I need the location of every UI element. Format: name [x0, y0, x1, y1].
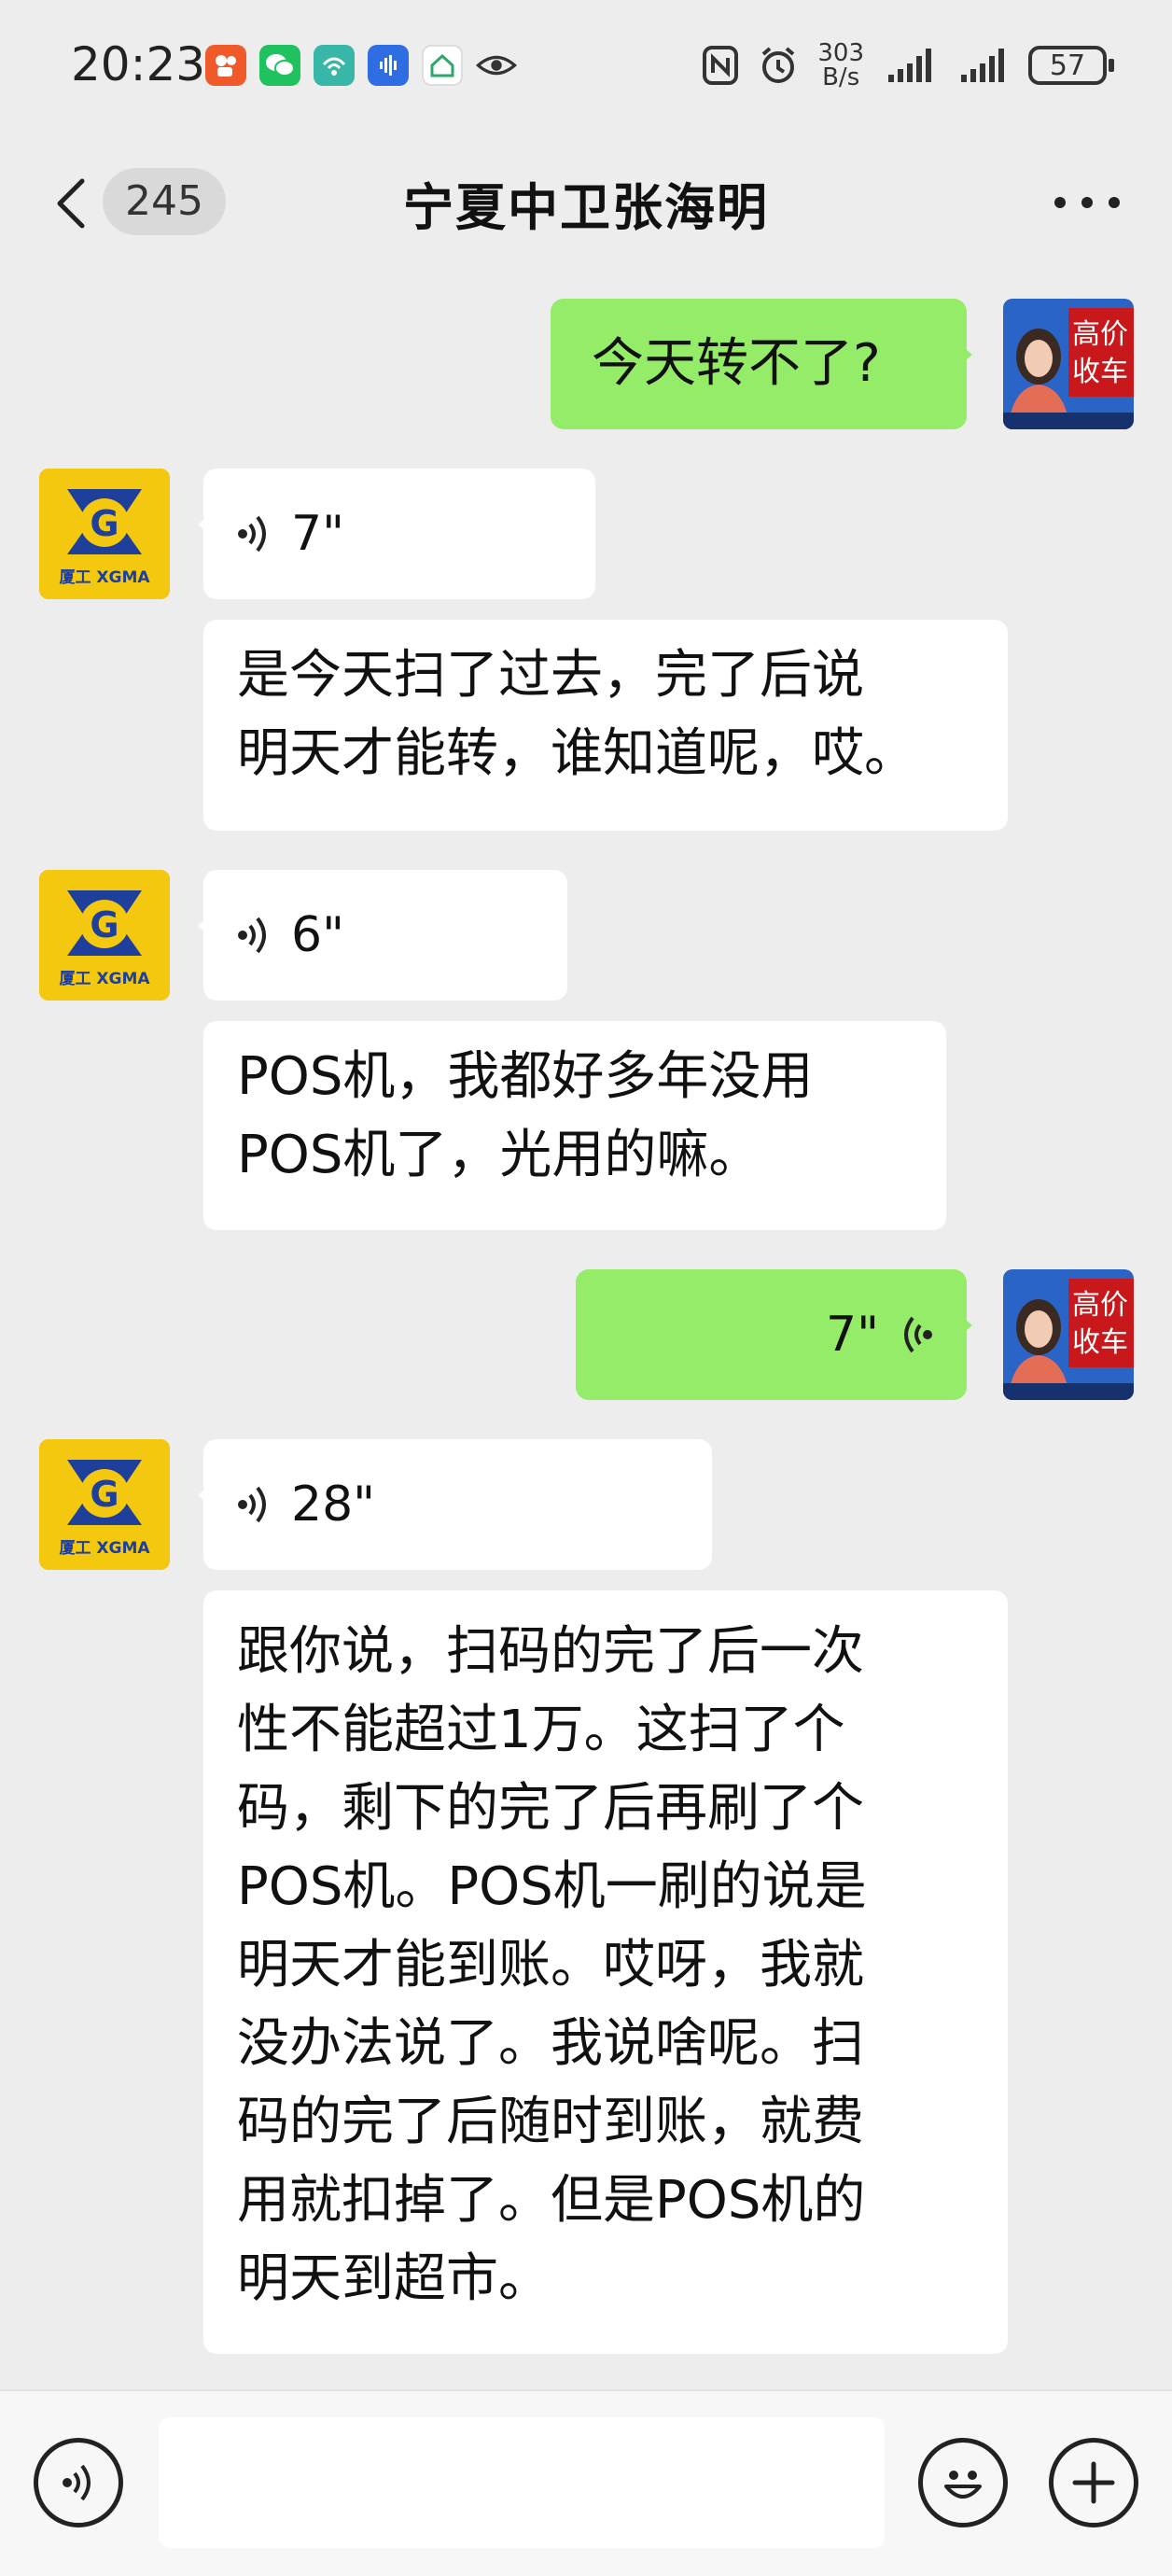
xgma-logo-icon: G 厦工 XGMA	[39, 469, 170, 599]
more-options-icon[interactable]	[1054, 179, 1120, 226]
signal-icon	[888, 49, 931, 82]
status-time: 20:23	[71, 37, 206, 91]
message-line: POS机，我都好多年没用	[237, 1046, 814, 1107]
status-bar: 20:23 303 B/s 57	[0, 0, 1172, 131]
message-line: 码，剩下的完了后再刷了个	[237, 1778, 864, 1839]
message-line: 明天才能到账。哎呀，我就	[237, 1935, 864, 1995]
self-avatar[interactable]: 高价 收车	[1003, 1269, 1134, 1400]
voice-mode-icon	[63, 2464, 91, 2501]
svg-text:高价: 高价	[1072, 318, 1128, 351]
message-line: 明天才能转，谁知道呢，哎。	[237, 723, 916, 784]
message-line: 明天到超市。	[237, 2248, 551, 2309]
plus-icon	[1072, 2461, 1115, 2504]
message-text: 今天转不了?	[592, 333, 881, 394]
svg-text:G: G	[90, 503, 119, 544]
contact-avatar[interactable]: G 厦工 XGMA	[39, 469, 170, 599]
voice-message-sent[interactable]: 7"	[576, 1269, 972, 1400]
voice-duration: 7"	[825, 1307, 879, 1363]
network-speed: 303 B/s	[817, 41, 864, 90]
battery-level: 57	[1049, 49, 1086, 82]
voice-wave-icon	[238, 515, 266, 553]
message-line: POS机了，光用的嘛。	[237, 1125, 761, 1185]
svg-text:G: G	[90, 904, 119, 945]
voice-input-button[interactable]	[34, 2438, 123, 2527]
news-anchor-avatar-image: 高价 收车	[1003, 1269, 1134, 1400]
message-bubble-received[interactable]: POS机，我都好多年没用 POS机了，光用的嘛。	[203, 1021, 946, 1230]
message-line: 没办法说了。我说啥呢。扫	[237, 2013, 864, 2074]
wifi-app-icon	[314, 45, 355, 86]
news-anchor-avatar-image: 高价 收车	[1003, 299, 1134, 429]
voice-message[interactable]: 6"	[198, 870, 567, 1001]
voice-duration: 7"	[291, 506, 345, 562]
eye-icon	[476, 45, 517, 86]
voice-duration: 6"	[291, 907, 345, 963]
voice-message[interactable]: 7"	[198, 469, 595, 599]
message-line: 是今天扫了过去，完了后说	[237, 645, 864, 706]
chat-title: 宁夏中卫张海明	[403, 178, 769, 237]
voice-duration: 28"	[291, 1477, 376, 1533]
nfc-icon	[703, 46, 739, 85]
message-line: 用就扣掉了。但是POS机的	[237, 2170, 866, 2231]
svg-text:厦工 XGMA: 厦工 XGMA	[59, 970, 150, 988]
chat-header: 245 宁夏中卫张海明	[0, 131, 1172, 271]
status-right: 303 B/s 57	[702, 41, 1114, 90]
message-line: 跟你说，扫码的完了后一次	[237, 1621, 864, 1682]
svg-text:厦工 XGMA: 厦工 XGMA	[59, 1539, 150, 1558]
voice-app-icon	[368, 45, 409, 86]
contact-avatar[interactable]: G 厦工 XGMA	[39, 1439, 170, 1570]
signal-icon-2	[961, 49, 1004, 82]
more-functions-button[interactable]	[1049, 2438, 1138, 2527]
wechat-app-icon	[259, 45, 300, 86]
voice-message[interactable]: 28"	[198, 1439, 712, 1570]
notification-icons	[205, 45, 517, 86]
message-line: 性不能超过1万。这扫了个	[237, 1700, 845, 1760]
xgma-logo-icon: G 厦工 XGMA	[39, 1439, 170, 1570]
message-line: 码的完了后随时到账，就费	[237, 2092, 864, 2152]
svg-text:收车: 收车	[1072, 1326, 1128, 1359]
message-line: POS机。POS机一刷的说是	[237, 1856, 867, 1917]
svg-text:G: G	[90, 1474, 119, 1515]
svg-text:厦工 XGMA: 厦工 XGMA	[59, 568, 150, 587]
svg-text:收车: 收车	[1072, 356, 1128, 388]
smiley-icon	[944, 2471, 982, 2499]
voice-wave-icon	[238, 917, 266, 954]
speed-value: 303	[817, 39, 864, 67]
message-bubble-sent[interactable]: 今天转不了?	[551, 299, 972, 429]
home-app-icon	[422, 45, 463, 86]
message-bubble-received[interactable]: 是今天扫了过去，完了后说 明天才能转，谁知道呢，哎。	[203, 620, 1008, 831]
voice-wave-icon	[904, 1316, 932, 1353]
chat-input-bar	[0, 2389, 1172, 2576]
kuaishou-app-icon	[205, 45, 246, 86]
message-input[interactable]	[159, 2417, 885, 2548]
self-avatar[interactable]: 高价 收车	[1003, 299, 1134, 429]
voice-wave-icon	[238, 1486, 266, 1523]
speed-unit: B/s	[822, 63, 860, 91]
xgma-logo-icon: G 厦工 XGMA	[39, 870, 170, 1001]
emoji-button[interactable]	[918, 2438, 1008, 2527]
alarm-icon	[762, 47, 795, 83]
message-bubble-received[interactable]: 跟你说，扫码的完了后一次 性不能超过1万。这扫了个 码，剩下的完了后再刷了个 P…	[203, 1590, 1008, 2354]
svg-text:高价: 高价	[1072, 1289, 1128, 1322]
battery-indicator: 57	[1028, 46, 1114, 85]
contact-avatar[interactable]: G 厦工 XGMA	[39, 870, 170, 1001]
